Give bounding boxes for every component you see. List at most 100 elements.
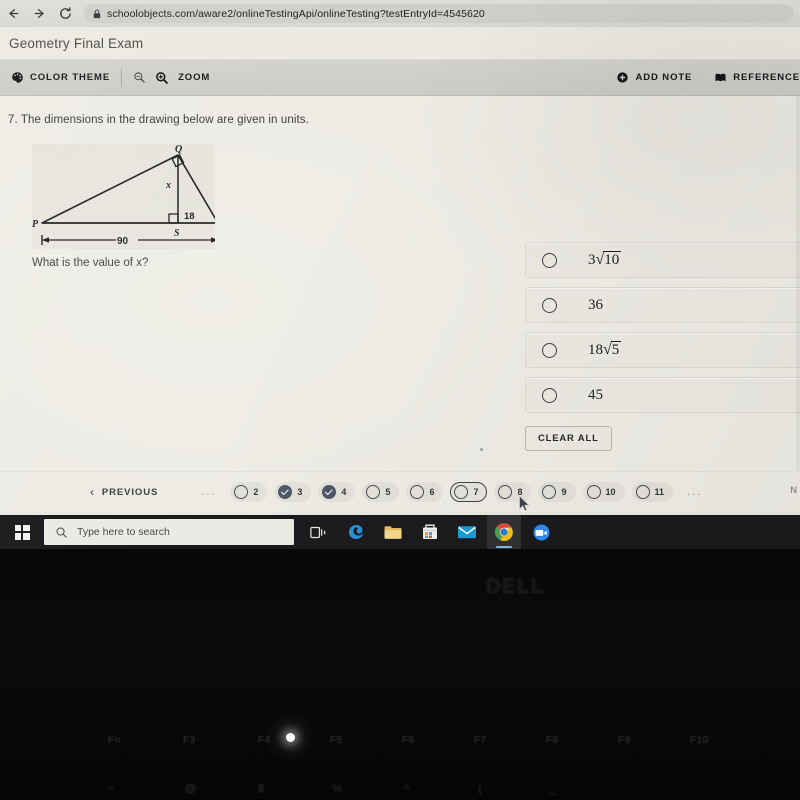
taskbar-icons — [302, 515, 558, 549]
question-followup: What is the value of x? — [32, 257, 149, 269]
question-navigation-bar: ‹ PREVIOUS ... 2 3 4 5 6 7 8 9 10 11 ...… — [0, 471, 800, 512]
key-2[interactable]: @ — [185, 783, 197, 795]
microsoft-store-icon[interactable] — [413, 515, 447, 549]
answer-option-b[interactable]: 36 — [525, 287, 800, 323]
page-number: 11 — [654, 487, 665, 497]
key-f5[interactable]: F5 — [330, 735, 343, 746]
geometry-figure: Q P R S x 18 90 — [32, 144, 227, 249]
question-pane: 7. The dimensions in the drawing below a… — [0, 96, 800, 471]
key-f9[interactable]: F9 — [618, 735, 631, 746]
key-4[interactable]: $ — [258, 783, 265, 795]
clear-all-button[interactable]: CLEAR ALL — [525, 426, 612, 451]
key-f6[interactable]: F6 — [402, 735, 415, 746]
page-item-4[interactable]: 4 — [318, 482, 356, 502]
page-item-11[interactable]: 11 — [631, 482, 674, 502]
keyboard-function-row: Fn F3 F4 F5 F6 F7 F8 F9 F10 — [0, 735, 800, 755]
screen-speck — [480, 448, 483, 451]
radio-button-c[interactable] — [542, 342, 557, 358]
page-item-9[interactable]: 9 — [538, 482, 576, 502]
add-note-label: ADD NOTE — [635, 72, 693, 83]
page-status-icon — [542, 485, 557, 499]
triangle-diagram-svg: Q P R S x 18 90 — [32, 144, 227, 247]
key-fn[interactable]: Fn — [108, 735, 121, 746]
answer-d-coefficient: 45 — [588, 386, 603, 403]
page-number: 7 — [473, 487, 479, 497]
key-f10[interactable]: F10 — [690, 735, 709, 746]
zoom-meetings-icon[interactable] — [524, 515, 558, 549]
page-title: Geometry Final Exam — [9, 35, 144, 51]
key-f3[interactable]: F3 — [183, 735, 196, 746]
zoom-in-icon[interactable] — [155, 71, 169, 85]
forward-arrow-icon[interactable] — [26, 0, 52, 27]
reference-button[interactable]: REFERENCE — [703, 60, 800, 96]
next-button[interactable]: N — [790, 485, 798, 496]
answer-a-coefficient: 3 — [588, 251, 596, 268]
key-9[interactable]: ( — [478, 783, 482, 795]
label-p: P — [32, 219, 39, 230]
laptop-body — [0, 512, 800, 800]
label-base-90: 90 — [117, 236, 129, 247]
task-view-icon[interactable] — [302, 515, 336, 549]
key-f7[interactable]: F7 — [474, 735, 487, 746]
mail-icon[interactable] — [450, 515, 484, 549]
chrome-browser-icon[interactable] — [487, 515, 521, 549]
label-altitude-x: x — [165, 180, 171, 191]
search-placeholder: Type here to search — [77, 526, 170, 538]
windows-taskbar: Type here to search — [0, 515, 800, 549]
answer-b-coefficient: 36 — [588, 296, 603, 313]
page-answered-check-icon — [322, 485, 337, 499]
answer-options-list: 3 √ 10 36 18 √ 5 45 — [525, 242, 800, 422]
key-f8[interactable]: F8 — [546, 735, 559, 746]
back-arrow-icon[interactable] — [0, 0, 26, 27]
page-item-6[interactable]: 6 — [406, 482, 444, 502]
dell-brand-logo: DELL — [485, 575, 545, 598]
radio-button-b[interactable] — [542, 297, 557, 313]
answer-label-d: 45 — [588, 387, 603, 404]
color-theme-button[interactable]: COLOR THEME — [0, 60, 121, 96]
previous-button[interactable]: ‹ PREVIOUS — [90, 485, 158, 499]
key-tilde[interactable]: ~ — [108, 783, 115, 795]
label-q: Q — [175, 144, 182, 155]
key-6[interactable]: ^ — [404, 783, 410, 795]
label-s: S — [174, 228, 180, 239]
answer-option-d[interactable]: 45 — [525, 377, 800, 413]
page-number: 6 — [429, 487, 435, 497]
zoom-out-icon[interactable] — [133, 71, 146, 84]
page-status-icon — [586, 485, 601, 499]
key-f4[interactable]: F4 — [258, 735, 271, 746]
mouse-cursor — [519, 495, 531, 512]
laptop-screen: schoolobjects.com/aware2/onlineTestingAp… — [0, 0, 800, 549]
address-bar[interactable]: schoolobjects.com/aware2/onlineTestingAp… — [84, 4, 794, 23]
content-scrollbar[interactable] — [796, 96, 800, 471]
page-item-7-current[interactable]: 7 — [450, 482, 488, 502]
radio-button-a[interactable] — [542, 252, 557, 268]
answer-c-coefficient: 18 — [588, 341, 603, 358]
page-status-icon — [454, 485, 469, 499]
file-explorer-icon[interactable] — [376, 515, 410, 549]
answer-option-c[interactable]: 18 √ 5 — [525, 332, 800, 368]
pager-ellipsis-right[interactable]: ... — [687, 486, 702, 498]
page-status-icon — [410, 485, 425, 499]
page-item-2[interactable]: 2 — [230, 482, 268, 502]
page-item-5[interactable]: 5 — [362, 482, 400, 502]
page-number: 10 — [605, 487, 616, 497]
edge-browser-icon[interactable] — [339, 515, 373, 549]
page-number-list: 2 3 4 5 6 7 8 9 10 11 — [230, 482, 674, 502]
zoom-controls[interactable]: ZOOM — [122, 60, 221, 96]
reference-label: REFERENCE — [733, 72, 800, 83]
page-number: 9 — [561, 487, 567, 497]
taskbar-search-box[interactable]: Type here to search — [44, 519, 294, 545]
page-item-3[interactable]: 3 — [274, 482, 312, 502]
start-button[interactable] — [0, 515, 44, 549]
add-note-button[interactable]: ADD NOTE — [605, 60, 703, 96]
label-sr-18: 18 — [184, 211, 195, 222]
page-status-icon — [498, 485, 513, 499]
page-item-10[interactable]: 10 — [582, 482, 625, 502]
page-number: 4 — [341, 487, 347, 497]
answer-option-a[interactable]: 3 √ 10 — [525, 242, 800, 278]
pager-ellipsis-left[interactable]: ... — [201, 486, 216, 498]
key-minus[interactable]: _ — [550, 783, 557, 795]
key-5[interactable]: % — [332, 783, 342, 795]
reload-icon[interactable] — [52, 0, 78, 27]
radio-button-d[interactable] — [542, 387, 557, 403]
